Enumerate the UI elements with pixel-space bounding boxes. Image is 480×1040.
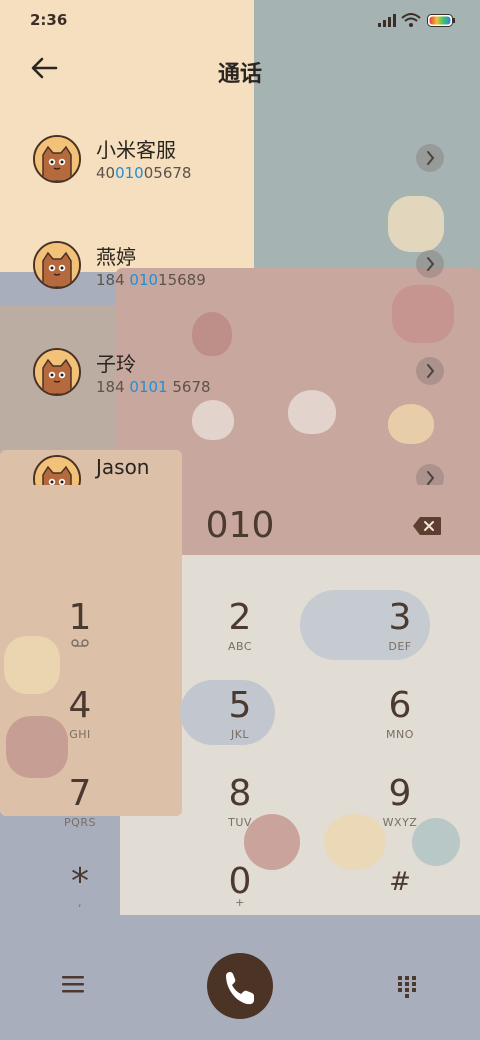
dial-key-2[interactable]: 2 ABC: [170, 598, 310, 678]
contact-name: 燕婷: [96, 245, 136, 269]
contact-number: 4001005678: [96, 164, 192, 182]
page-title: 通话: [217, 62, 262, 87]
status-bar: 2:36: [0, 0, 480, 40]
chevron-right-icon[interactable]: [416, 144, 444, 172]
dial-key-9[interactable]: 9 WXYZ: [330, 774, 470, 854]
dial-key-hash[interactable]: #: [330, 862, 470, 942]
dial-key-0[interactable]: 0 +: [170, 862, 310, 942]
dialpad-toggle-icon[interactable]: [398, 976, 416, 998]
avatar: [33, 135, 81, 183]
cat-avatar-icon: [35, 137, 79, 181]
dial-key-star[interactable]: * ,: [10, 862, 150, 942]
dial-key-4[interactable]: 4 GHI: [10, 686, 150, 766]
wifi-icon: [401, 13, 421, 27]
contact-name: Jason: [96, 455, 150, 479]
dial-key-8[interactable]: 8 TUV: [170, 774, 310, 854]
avatar: [33, 241, 81, 289]
cat-avatar-icon: [35, 243, 79, 287]
contact-number: 184 0101 5678: [96, 378, 211, 396]
chevron-right-icon[interactable]: [416, 464, 444, 485]
chevron-right-icon[interactable]: [416, 357, 444, 385]
dial-key-6[interactable]: 6 MNO: [330, 686, 470, 766]
chevron-right-icon[interactable]: [416, 250, 444, 278]
matched-digits: 010: [129, 271, 159, 289]
dial-key-5[interactable]: 5 JKL: [170, 686, 310, 766]
avatar: [33, 348, 81, 396]
avatar: [33, 455, 81, 485]
voicemail-icon: [71, 639, 89, 647]
call-button[interactable]: [207, 953, 273, 1019]
contact-item[interactable]: 子玲 184 0101 5678: [0, 324, 480, 424]
contact-name: 小米客服: [96, 138, 176, 162]
dialed-number: 010: [205, 505, 275, 546]
contact-item[interactable]: Jason: [0, 431, 480, 485]
backspace-icon[interactable]: [412, 516, 442, 536]
contact-item[interactable]: 小米客服 4001005678: [0, 110, 480, 210]
cat-avatar-icon: [35, 457, 79, 485]
dial-key-1[interactable]: 1: [10, 598, 150, 678]
contact-item[interactable]: 燕婷 184 01015689: [0, 217, 480, 317]
phone-icon: [226, 972, 254, 1005]
contact-number: 184 01015689: [96, 271, 206, 289]
signal-icon: [378, 14, 396, 27]
matched-digits: 010: [115, 164, 144, 182]
menu-icon[interactable]: [62, 975, 84, 993]
matched-digits: 0101: [129, 378, 168, 396]
dial-key-7[interactable]: 7 PQRS: [10, 774, 150, 854]
cat-avatar-icon: [35, 350, 79, 394]
dial-key-3[interactable]: 3 DEF: [330, 598, 470, 678]
battery-icon: [427, 14, 455, 27]
status-time: 2:36: [30, 11, 68, 29]
contact-name: 子玲: [96, 352, 136, 376]
